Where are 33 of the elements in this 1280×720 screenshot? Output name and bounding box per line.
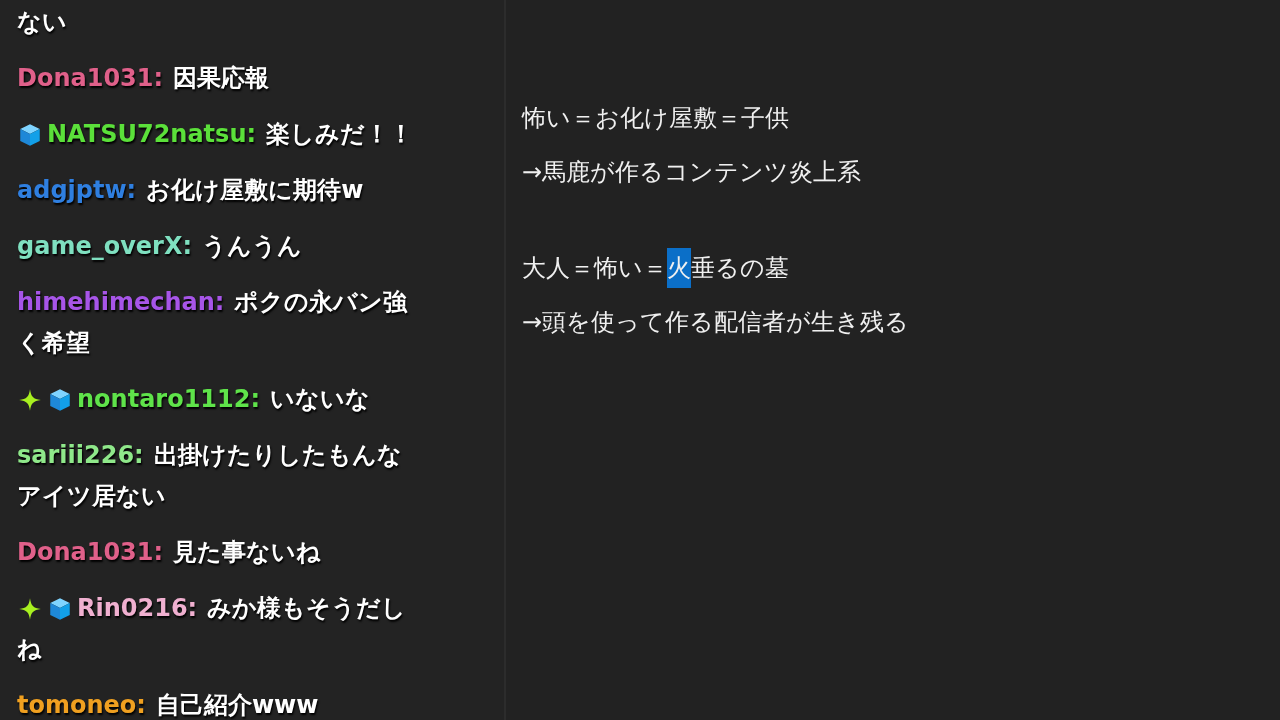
chat-username[interactable]: game_overX: (17, 226, 192, 267)
chat-message: 因果応報 (173, 63, 270, 94)
chat-message: 見た事ないね (173, 537, 322, 568)
cube-icon (17, 121, 43, 148)
chat-message: アイツ居ない (17, 481, 166, 512)
cube-icon (47, 595, 73, 622)
chat-message: いないな (270, 384, 371, 415)
chat-username[interactable]: tomoneo: (17, 685, 146, 720)
cube-icon (47, 386, 73, 413)
editor-text: 大人＝怖い＝ (522, 253, 667, 284)
chat-username[interactable]: adgjptw: (17, 170, 137, 211)
chat-message: ポクの永バン強 (234, 287, 408, 318)
chat-username[interactable]: NATSU72natsu: (47, 114, 257, 155)
chat-username[interactable]: himehimechan: (17, 282, 225, 323)
editor-text: →馬鹿が作るコンテンツ炎上系 (522, 157, 862, 188)
chat-username[interactable]: Rin0216: (77, 588, 198, 629)
chat-message: ね (17, 634, 42, 665)
chat-username[interactable]: Dona1031: (17, 532, 164, 573)
chat-message: うんうん (202, 231, 302, 262)
chat-username[interactable]: sariii226: (17, 435, 144, 476)
chat-message: お化け屋敷に期待w (146, 175, 364, 206)
chat-message: みか様もそうだし (207, 593, 407, 624)
selected-text: 火 (667, 248, 691, 288)
chat-message: ない (17, 7, 67, 38)
chat-username[interactable]: nontaro1112: (77, 379, 261, 420)
chat-message: く希望 (17, 328, 90, 359)
chat-message: 出掛けたりしたもんな (153, 440, 402, 471)
editor-text: →頭を使って作る配信者が生き残る (522, 307, 910, 338)
editor-text: 垂るの墓 (691, 253, 789, 284)
chat-message: 自己紹介www (155, 690, 319, 720)
editor-text: 怖い＝お化け屋敷＝子供 (522, 103, 789, 134)
chat-message: 楽しみだ！！ (266, 119, 414, 150)
chat-username[interactable]: Dona1031: (17, 58, 164, 99)
